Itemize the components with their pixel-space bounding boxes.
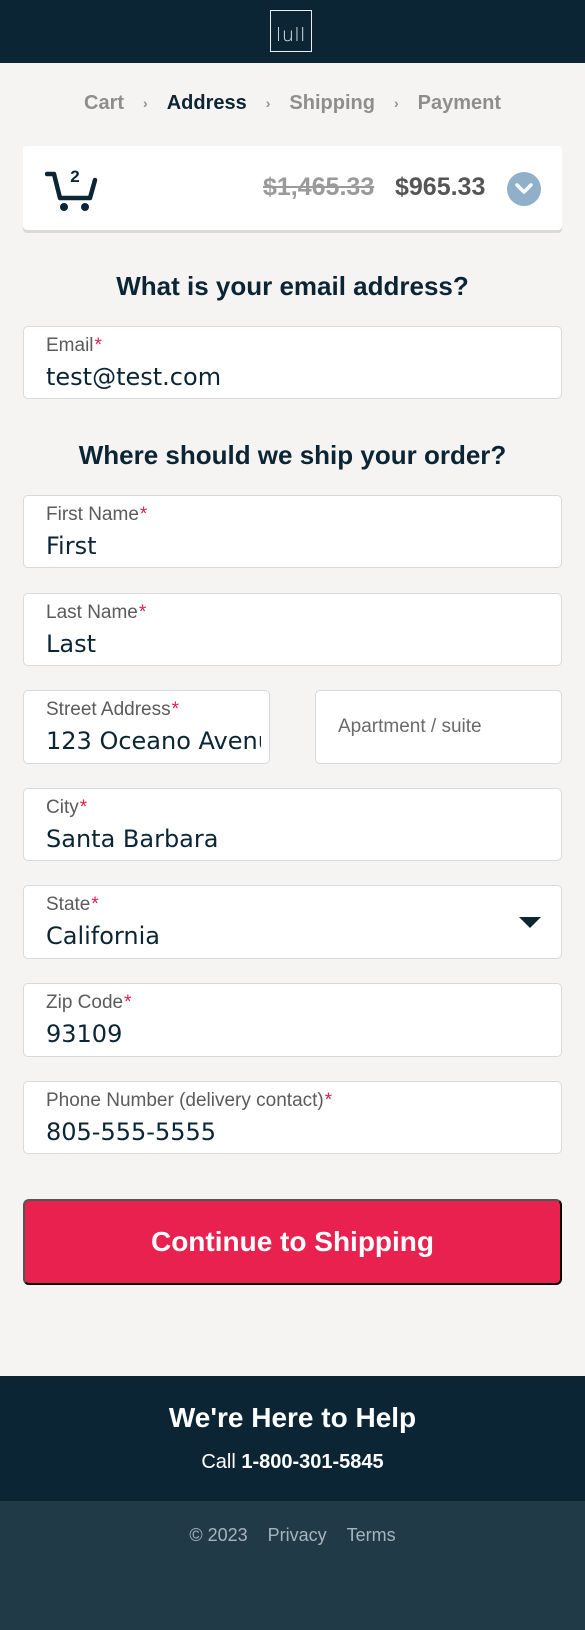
help-call-text: Call 1-800-301-5845: [201, 1451, 384, 1473]
breadcrumb: Cart › Address › Shipping › Payment: [0, 88, 585, 118]
caret-down-icon: [519, 917, 541, 928]
required-mark: *: [124, 992, 132, 1013]
first-name-input[interactable]: First: [46, 532, 553, 560]
street-address-field[interactable]: Street Address* 123 Oceano Avenue: [23, 690, 270, 764]
email-label: Email*: [46, 335, 102, 356]
help-title: We're Here to Help: [168, 1402, 417, 1433]
chevron-right-icon: ›: [393, 95, 399, 111]
street-address-input[interactable]: 123 Oceano Avenue: [46, 727, 261, 755]
required-mark: *: [79, 797, 88, 818]
email-input[interactable]: test@test.com: [46, 363, 553, 391]
state-label: State*: [46, 894, 99, 915]
email-field[interactable]: Email* test@test.com: [23, 326, 562, 399]
brand-logo[interactable]: lull: [270, 10, 312, 52]
breadcrumb-address: Address: [166, 91, 247, 114]
breadcrumb-shipping: Shipping: [289, 91, 375, 114]
city-input[interactable]: Santa Barbara: [46, 825, 553, 853]
phone-input[interactable]: 805-555-5555: [46, 1118, 553, 1146]
required-mark: *: [138, 602, 147, 623]
first-name-label: First Name*: [46, 504, 148, 525]
email-heading: What is your email address?: [116, 271, 469, 301]
last-name-input[interactable]: Last: [46, 630, 553, 658]
chevron-right-icon: ›: [143, 95, 148, 111]
state-value: California: [46, 922, 160, 950]
shipping-heading: Where should we ship your order?: [78, 440, 507, 470]
breadcrumb-cart[interactable]: Cart: [84, 92, 124, 115]
last-name-label: Last Name*: [46, 602, 147, 623]
footer: © 2023 Privacy Terms: [0, 1501, 585, 1630]
required-mark: *: [94, 335, 102, 356]
copyright-text: © 2023: [189, 1525, 248, 1545]
apartment-placeholder: Apartment / suite: [338, 716, 482, 737]
zip-code-label: Zip Code*: [46, 992, 132, 1013]
original-price: $1,465.33: [263, 173, 375, 201]
state-select[interactable]: State* California: [23, 885, 562, 959]
cart-icon: 2: [45, 167, 98, 211]
phone-label: Phone Number (delivery contact)*: [46, 1090, 333, 1111]
zip-code-input[interactable]: 93109: [46, 1020, 553, 1048]
order-summary-bar[interactable]: 2 $1,465.33 $965.33: [23, 146, 562, 230]
cart-count: 2: [70, 167, 79, 186]
city-label: City*: [46, 797, 88, 818]
help-section: We're Here to Help Call 1-800-301-5845: [0, 1376, 585, 1501]
first-name-field[interactable]: First Name* First: [23, 495, 562, 568]
phone-field[interactable]: Phone Number (delivery contact)* 805-555…: [23, 1081, 562, 1154]
required-mark: *: [91, 894, 99, 915]
required-mark: *: [324, 1090, 333, 1111]
discounted-price: $965.33: [395, 173, 486, 201]
terms-link[interactable]: Terms: [347, 1525, 396, 1546]
footer-links: © 2023 Privacy Terms: [0, 1525, 585, 1546]
street-address-label: Street Address*: [46, 699, 180, 720]
city-field[interactable]: City* Santa Barbara: [23, 788, 562, 861]
apartment-field[interactable]: Apartment / suite: [315, 690, 562, 764]
top-bar: lull: [0, 0, 585, 63]
privacy-link[interactable]: Privacy: [268, 1525, 327, 1546]
required-mark: *: [171, 699, 180, 720]
chevron-down-icon: [515, 183, 533, 194]
breadcrumb-payment: Payment: [417, 91, 501, 114]
chevron-right-icon: ›: [265, 95, 271, 111]
expand-summary-button[interactable]: [507, 172, 541, 206]
continue-to-shipping-button[interactable]: Continue to Shipping: [23, 1199, 562, 1285]
required-mark: *: [139, 504, 148, 525]
help-phone-link[interactable]: 1-800-301-5845: [241, 1451, 383, 1473]
last-name-field[interactable]: Last Name* Last: [23, 593, 562, 666]
zip-code-field[interactable]: Zip Code* 93109: [23, 983, 562, 1057]
